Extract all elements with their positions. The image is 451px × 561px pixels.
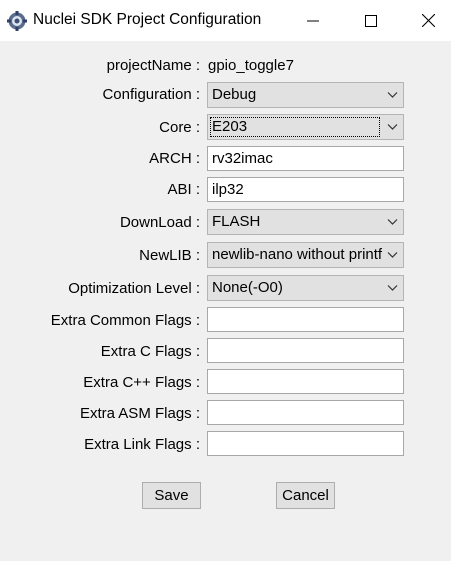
chevron-down-icon xyxy=(387,124,398,130)
newlib-value: newlib-nano without printf float xyxy=(212,246,382,263)
extra-cpp-flags-field[interactable] xyxy=(207,369,404,394)
arch-value: rv32imac xyxy=(212,150,273,167)
close-icon xyxy=(421,14,435,27)
save-button[interactable]: Save xyxy=(142,482,201,509)
optimization-value: None(-O0) xyxy=(212,279,283,296)
extra-link-flags-field[interactable] xyxy=(207,431,404,456)
chevron-down-icon xyxy=(387,285,398,291)
newlib-select[interactable]: newlib-nano without printf float xyxy=(207,242,404,268)
download-label: DownLoad : xyxy=(119,214,200,231)
project-name-label: projectName : xyxy=(106,57,200,74)
extra-asm-flags-field[interactable] xyxy=(207,400,404,425)
optimization-select[interactable]: None(-O0) xyxy=(207,275,404,301)
configuration-label: Configuration : xyxy=(102,86,200,103)
extra-common-flags-label: Extra Common Flags : xyxy=(50,312,200,329)
newlib-label: NewLIB : xyxy=(139,247,200,264)
abi-field[interactable]: ilp32 xyxy=(207,177,404,202)
core-select[interactable]: E203 xyxy=(207,114,404,140)
configuration-select[interactable]: Debug xyxy=(207,82,404,108)
extra-c-flags-field[interactable] xyxy=(207,338,404,363)
extra-c-flags-label: Extra C Flags : xyxy=(100,343,200,360)
arch-label: ARCH : xyxy=(149,150,200,167)
maximize-button[interactable] xyxy=(343,0,399,41)
minimize-button[interactable] xyxy=(285,0,341,41)
form-panel: projectName : gpio_toggle7 Configuration… xyxy=(0,41,451,561)
abi-value: ilp32 xyxy=(212,181,244,198)
gear-icon xyxy=(7,11,27,31)
chevron-down-icon xyxy=(387,252,398,258)
chevron-down-icon xyxy=(387,92,398,98)
title-bar[interactable]: Nuclei SDK Project Configuration xyxy=(0,0,451,41)
minimize-icon xyxy=(307,20,319,21)
arch-field[interactable]: rv32imac xyxy=(207,146,404,171)
core-value: E203 xyxy=(212,118,248,135)
download-value: FLASH xyxy=(212,213,261,230)
window-title: Nuclei SDK Project Configuration xyxy=(33,11,262,28)
configuration-value: Debug xyxy=(212,86,257,103)
cancel-button[interactable]: Cancel xyxy=(276,482,335,509)
core-label: Core : xyxy=(159,119,200,136)
extra-cpp-flags-label: Extra C++ Flags : xyxy=(83,374,200,391)
maximize-icon xyxy=(365,14,377,27)
project-name-value: gpio_toggle7 xyxy=(208,57,294,74)
optimization-label: Optimization Level : xyxy=(68,280,200,297)
chevron-down-icon xyxy=(387,219,398,225)
extra-link-flags-label: Extra Link Flags : xyxy=(84,436,200,453)
abi-label: ABI : xyxy=(167,181,200,198)
extra-asm-flags-label: Extra ASM Flags : xyxy=(79,405,200,422)
extra-common-flags-field[interactable] xyxy=(207,307,404,332)
close-button[interactable] xyxy=(400,0,451,41)
download-select[interactable]: FLASH xyxy=(207,209,404,235)
